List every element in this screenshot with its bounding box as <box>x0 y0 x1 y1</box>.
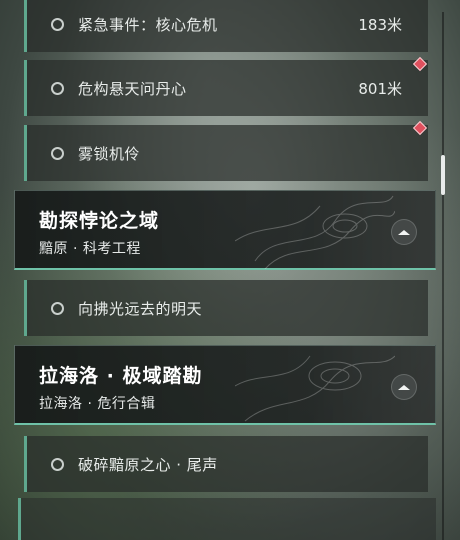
quest-list: 紧急事件：核心危机 183米 危构悬天问丹心 801米 雾锁机伶 勘探悖论之域 … <box>0 0 460 540</box>
quest-status-icon <box>51 81 64 95</box>
contour-pattern-icon <box>235 355 395 422</box>
quest-label: 雾锁机伶 <box>78 144 141 163</box>
scrollbar-track[interactable] <box>442 12 444 540</box>
chapter-subtitle: 拉海洛 · 危行合辑 <box>39 396 156 412</box>
quest-item-tomorrow[interactable]: 向拂光远去的明天 <box>24 280 428 336</box>
chapter-header-lahailuo[interactable]: 拉海洛 · 极域踏勘 拉海洛 · 危行合辑 <box>14 345 436 425</box>
quest-item-wusuo[interactable]: 雾锁机伶 <box>24 125 428 181</box>
contour-pattern-icon <box>235 195 395 269</box>
quest-distance: 183米 <box>358 15 402 34</box>
chapter-subtitle: 黯原 · 科考工程 <box>39 241 141 257</box>
quest-status-icon <box>51 146 64 160</box>
quest-status-icon <box>51 17 64 31</box>
collapse-button[interactable] <box>391 219 417 245</box>
quest-item-core-crisis[interactable]: 紧急事件：核心危机 183米 <box>24 0 428 52</box>
quest-distance: 801米 <box>358 79 402 98</box>
collapse-button[interactable] <box>391 374 417 400</box>
quest-status-icon <box>51 301 64 315</box>
scrollbar-thumb[interactable] <box>441 155 445 195</box>
quest-item-danxin[interactable]: 危构悬天问丹心 801米 <box>24 60 428 116</box>
quest-label: 紧急事件：核心危机 <box>78 15 218 34</box>
quest-status-icon <box>51 457 64 471</box>
collapse-up-arrow-icon <box>398 384 410 390</box>
next-chapter-header-partial[interactable] <box>18 498 436 540</box>
quest-item-epilogue[interactable]: 破碎黯原之心 · 尾声 <box>24 436 428 492</box>
chapter-header-paradox[interactable]: 勘探悖论之域 黯原 · 科考工程 <box>14 190 436 270</box>
quest-label: 向拂光远去的明天 <box>78 299 203 318</box>
quest-label: 危构悬天问丹心 <box>78 79 187 98</box>
quest-label: 破碎黯原之心 · 尾声 <box>78 455 218 474</box>
chapter-title: 勘探悖论之域 <box>39 210 160 232</box>
collapse-up-arrow-icon <box>398 229 410 235</box>
chapter-title: 拉海洛 · 极域踏勘 <box>39 365 203 387</box>
